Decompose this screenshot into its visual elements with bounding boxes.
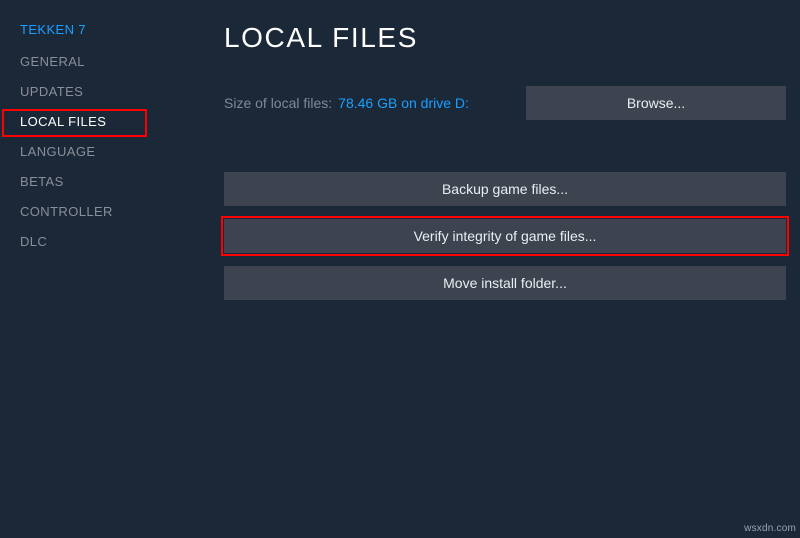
sidebar-item-controller[interactable]: CONTROLLER [20,204,168,219]
game-title: TEKKEN 7 [20,22,168,39]
size-value: 78.46 GB on drive D: [338,95,469,111]
sidebar-item-general[interactable]: GENERAL [20,54,168,69]
move-install-folder-button[interactable]: Move install folder... [224,266,786,300]
verify-wrapper: Verify integrity of game files... [224,219,786,253]
page-title: LOCAL FILES [224,22,786,54]
move-wrapper: Move install folder... [224,266,786,300]
local-files-size-row: Size of local files: 78.46 GB on drive D… [224,86,786,120]
main-panel: LOCAL FILES Size of local files: 78.46 G… [168,0,800,538]
sidebar-item-local-files[interactable]: LOCAL FILES [20,114,168,129]
sidebar-item-betas[interactable]: BETAS [20,174,168,189]
sidebar-item-local-files-wrapper: LOCAL FILES [20,114,168,129]
action-button-list: Backup game files... Verify integrity of… [224,172,786,300]
browse-button[interactable]: Browse... [526,86,786,120]
sidebar-item-language[interactable]: LANGUAGE [20,144,168,159]
sidebar-item-dlc[interactable]: DLC [20,234,168,249]
watermark: wsxdn.com [744,523,796,534]
verify-integrity-button[interactable]: Verify integrity of game files... [224,219,786,253]
backup-wrapper: Backup game files... [224,172,786,206]
settings-sidebar: TEKKEN 7 GENERAL UPDATES LOCAL FILES LAN… [0,0,168,538]
size-label: Size of local files: [224,95,332,111]
sidebar-item-updates[interactable]: UPDATES [20,84,168,99]
backup-game-files-button[interactable]: Backup game files... [224,172,786,206]
